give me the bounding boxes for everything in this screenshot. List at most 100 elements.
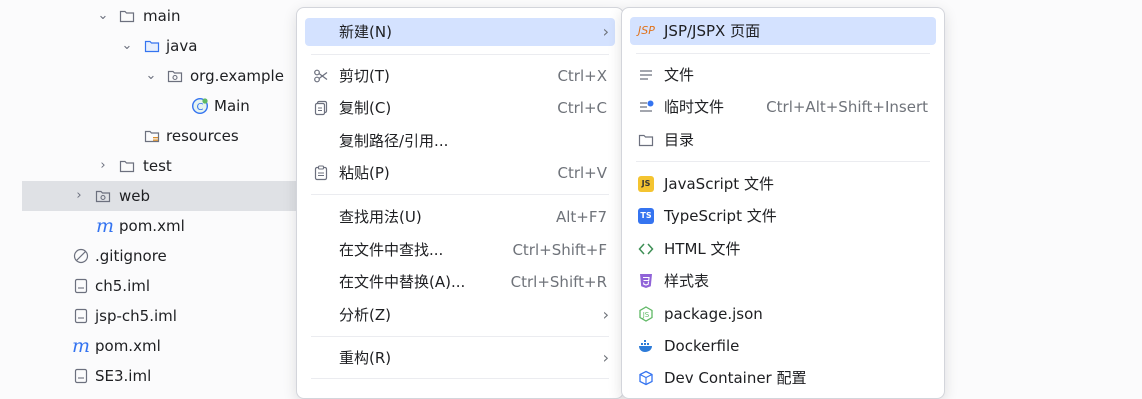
menu-item-label: 粘贴(P) (339, 164, 390, 182)
tree-item-package[interactable]: ⌄ org.example (0, 61, 300, 91)
menu-item-label: 复制路径/引用... (339, 132, 449, 150)
iml-file-icon (74, 368, 88, 384)
menu-item-analyze[interactable]: 分析(Z) › (305, 301, 615, 329)
tree-item-label: org.example (190, 67, 284, 85)
menu-separator (636, 161, 930, 162)
menu-item-shortcut: Ctrl+Shift+R (510, 273, 607, 291)
menu-item-label: package.json (664, 305, 763, 323)
menu-item-shortcut: Ctrl+Shift+F (512, 241, 607, 259)
tree-item-label: main (143, 7, 181, 25)
submenu-item-html[interactable]: HTML 文件 (630, 235, 936, 263)
menu-item-paste[interactable]: 粘贴(P) Ctrl+V (305, 159, 615, 187)
menu-item-shortcut: Alt+F7 (555, 208, 607, 226)
submenu-item-directory[interactable]: 目录 (630, 126, 936, 154)
submenu-item-file[interactable]: 文件 (630, 61, 936, 89)
submenu-item-dev-container[interactable]: Dev Container 配置 (630, 364, 936, 392)
tree-item-label: pom.xml (119, 217, 185, 235)
source-folder-icon (144, 40, 160, 53)
typescript-file-icon: TS (638, 208, 654, 224)
menu-item-copy-path[interactable]: 复制路径/引用... (305, 127, 615, 155)
menu-item-label: 新建(N) (339, 23, 392, 41)
submenu-item-dockerfile[interactable]: Dockerfile (630, 332, 936, 360)
menu-item-label: HTML 文件 (664, 240, 741, 258)
scissors-icon (314, 69, 328, 83)
tree-item-jsp-ch5-iml[interactable]: jsp-ch5.iml (0, 301, 300, 331)
paste-icon (314, 165, 328, 181)
folder-icon (119, 10, 135, 23)
submenu-item-stylesheet[interactable]: 样式表 (630, 267, 936, 295)
chevron-down-icon[interactable]: ⌄ (120, 31, 134, 61)
iml-file-icon (74, 278, 88, 294)
menu-item-label: 在文件中替换(A)... (339, 273, 466, 291)
maven-icon: m (96, 215, 115, 237)
menu-item-cut[interactable]: 剪切(T) Ctrl+X (305, 62, 615, 90)
menu-item-shortcut: Ctrl+V (557, 164, 607, 182)
tree-item-pom[interactable]: m pom.xml (0, 211, 300, 241)
tree-item-gitignore[interactable]: .gitignore (0, 241, 300, 271)
copy-icon (314, 100, 328, 116)
menu-item-label: 分析(Z) (339, 306, 391, 324)
menu-item-label: JSP/JSPX 页面 (664, 22, 761, 40)
menu-item-label: TypeScript 文件 (664, 207, 777, 225)
menu-separator (636, 53, 930, 54)
menu-item-label: Dockerfile (664, 337, 740, 355)
menu-item-shortcut: Ctrl+Alt+Shift+Insert (766, 98, 928, 116)
tree-item-main-class[interactable]: C Main (0, 91, 300, 121)
submenu-item-typescript[interactable]: TS TypeScript 文件 (630, 202, 936, 230)
tree-item-se3-iml[interactable]: SE3.iml (0, 361, 300, 391)
menu-item-label: 查找用法(U) (339, 208, 422, 226)
menu-item-find-usages[interactable]: 查找用法(U) Alt+F7 (305, 203, 615, 231)
menu-item-label: Dev Container 配置 (664, 369, 807, 387)
ignore-file-icon (73, 248, 89, 264)
java-class-icon: C (191, 97, 209, 115)
dev-container-icon (639, 370, 653, 386)
menu-item-replace-in-files[interactable]: 在文件中替换(A)... Ctrl+Shift+R (305, 268, 615, 296)
scratch-file-icon (640, 100, 654, 112)
menu-item-find-in-files[interactable]: 在文件中查找... Ctrl+Shift+F (305, 236, 615, 264)
text-file-icon (640, 70, 652, 80)
javascript-file-icon: JS (638, 176, 654, 192)
submenu-item-scratch[interactable]: 临时文件 Ctrl+Alt+Shift+Insert (630, 93, 936, 121)
folder-icon (119, 160, 135, 173)
folder-icon (638, 134, 654, 147)
submenu-item-javascript[interactable]: JS JavaScript 文件 (630, 170, 936, 198)
menu-item-new[interactable]: 新建(N) › (305, 18, 615, 46)
menu-item-refactor[interactable]: 重构(R) › (305, 344, 615, 372)
tree-item-label: web (119, 187, 151, 205)
tree-item-main[interactable]: ⌄ main (0, 1, 300, 31)
submenu-item-package-json[interactable]: JS package.json (630, 300, 936, 328)
tree-item-label: java (166, 37, 198, 55)
menu-separator (311, 194, 609, 195)
tree-item-test[interactable]: › test (0, 151, 300, 181)
menu-item-label: 文件 (664, 66, 695, 84)
menu-item-copy[interactable]: 复制(C) Ctrl+C (305, 94, 615, 122)
tree-item-resources[interactable]: resources (0, 121, 300, 151)
chevron-down-icon[interactable]: ⌄ (144, 61, 158, 91)
chevron-right-icon: › (602, 22, 609, 41)
tree-item-label: test (143, 157, 172, 175)
tree-item-label: Main (214, 97, 250, 115)
svg-text:JS: JS (642, 311, 650, 319)
tree-item-label: jsp-ch5.iml (95, 307, 177, 325)
chevron-right-icon[interactable]: › (96, 151, 110, 181)
tree-item-label: .gitignore (95, 247, 167, 265)
chevron-right-icon: › (602, 348, 609, 367)
menu-item-label: 在文件中查找... (339, 241, 444, 259)
tree-item-java[interactable]: ⌄ java (0, 31, 300, 61)
menu-item-label: 重构(R) (339, 349, 392, 367)
svg-text:C: C (197, 102, 204, 113)
menu-item-label: JavaScript 文件 (664, 175, 774, 193)
tree-item-ch5-iml[interactable]: ch5.iml (0, 271, 300, 301)
menu-item-shortcut: Ctrl+C (557, 99, 607, 117)
tree-item-label: SE3.iml (95, 367, 152, 385)
menu-item-label: 剪切(T) (339, 67, 390, 85)
menu-item-label: 样式表 (664, 272, 710, 290)
submenu-item-jsp[interactable]: JSP JSP/JSPX 页面 (630, 17, 936, 45)
menu-separator (311, 336, 609, 337)
chevron-down-icon[interactable]: ⌄ (96, 1, 110, 31)
nodejs-icon: JS (639, 306, 653, 322)
tree-item-web[interactable]: › web (22, 181, 300, 211)
tree-item-label: pom.xml (95, 337, 161, 355)
tree-item-pom-root[interactable]: m pom.xml (0, 331, 300, 361)
chevron-right-icon[interactable]: › (72, 181, 86, 211)
